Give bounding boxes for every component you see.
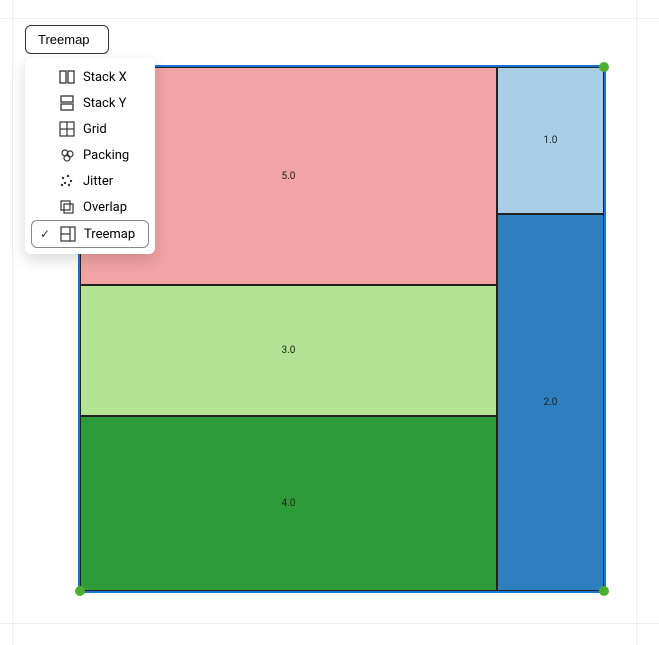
overlap-icon — [59, 199, 75, 215]
layout-dropdown-menu: ✓ Stack X ✓ Stack Y ✓ Grid ✓ Pack — [25, 58, 155, 254]
check-icon: ✓ — [38, 227, 52, 241]
menu-item-packing[interactable]: ✓ Packing — [31, 142, 149, 168]
stack-y-icon — [59, 95, 75, 111]
menu-item-grid[interactable]: ✓ Grid — [31, 116, 149, 142]
resize-handle-top-right[interactable] — [599, 62, 609, 72]
treemap-cell[interactable]: 3.0 — [80, 285, 497, 416]
layout-dropdown-button[interactable]: Treemap — [25, 25, 109, 54]
layout-dropdown: Treemap ✓ Stack X ✓ Stack Y ✓ Grid — [25, 25, 155, 254]
menu-item-stack-y[interactable]: ✓ Stack Y — [31, 90, 149, 116]
treemap-cell[interactable]: 1.0 — [497, 67, 604, 214]
menu-item-label: Treemap — [84, 227, 135, 242]
menu-item-stack-x[interactable]: ✓ Stack X — [31, 64, 149, 90]
resize-handle-bottom-left[interactable] — [75, 586, 85, 596]
menu-item-jitter[interactable]: ✓ Jitter — [31, 168, 149, 194]
treemap-canvas[interactable]: 5.0 3.0 4.0 1.0 2.0 — [78, 65, 606, 593]
cell-label: 5.0 — [282, 171, 296, 182]
menu-item-label: Grid — [83, 122, 107, 137]
menu-item-label: Overlap — [83, 200, 127, 215]
grid-icon — [59, 121, 75, 137]
menu-item-treemap[interactable]: ✓ Treemap — [31, 220, 149, 248]
resize-handle-bottom-right[interactable] — [599, 586, 609, 596]
menu-item-overlap[interactable]: ✓ Overlap — [31, 194, 149, 220]
cell-label: 2.0 — [544, 397, 558, 408]
treemap-cell[interactable]: 4.0 — [80, 416, 497, 591]
cell-label: 4.0 — [282, 498, 296, 509]
menu-item-label: Stack Y — [83, 96, 126, 111]
treemap-cell[interactable]: 2.0 — [497, 214, 604, 591]
cell-label: 1.0 — [544, 135, 558, 146]
packing-icon — [59, 147, 75, 163]
treemap-icon — [60, 226, 76, 242]
jitter-icon — [59, 173, 75, 189]
menu-item-label: Jitter — [83, 174, 113, 189]
dropdown-button-label: Treemap — [38, 32, 90, 47]
stack-x-icon — [59, 69, 75, 85]
menu-item-label: Packing — [83, 148, 129, 163]
menu-item-label: Stack X — [83, 70, 127, 85]
cell-label: 3.0 — [282, 345, 296, 356]
